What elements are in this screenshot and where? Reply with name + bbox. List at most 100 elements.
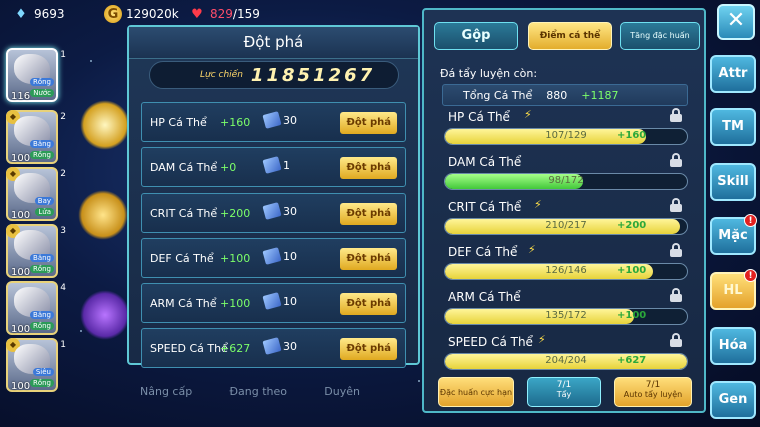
stat-value: 204/204	[545, 355, 587, 366]
remaining-stones-label: Đá tẩy luyện còn:	[440, 67, 538, 80]
gem-value: 9693	[34, 7, 65, 21]
pet-type-tag: Rồng	[29, 379, 54, 387]
breakthrough-button[interactable]: Đột phá	[340, 338, 397, 360]
pet-slot[interactable]: 100 Băng Rồng 4	[6, 281, 66, 335]
breakthrough-row: HP Cá Thể +160 30 Đột phá	[141, 102, 406, 142]
reroll-label: Tẩy	[556, 390, 572, 399]
pet-type-tag: Rồng	[29, 322, 54, 330]
tab-bond[interactable]: Duyên	[324, 385, 360, 415]
breakthrough-row: DAM Cá Thể +0 1 Đột phá	[141, 147, 406, 187]
cost: 30	[262, 111, 297, 129]
stat-name: SPEED Cá Thể	[448, 335, 533, 349]
stat-bonus: +100	[220, 252, 251, 265]
nav-transform[interactable]: Hóa	[710, 327, 756, 365]
nav-attr[interactable]: Attr	[710, 55, 756, 93]
breakthrough-row: DEF Cá Thể +100 10 Đột phá	[141, 238, 406, 278]
tab-upgrade[interactable]: Nâng cấp	[140, 385, 192, 415]
lightning-icon: ⚡	[524, 108, 532, 121]
pet-type-tag: Rồng	[29, 265, 54, 273]
nav-gen[interactable]: Gen	[710, 381, 756, 419]
stat-bonus: +200	[220, 207, 251, 220]
stat-name: CRIT Cá Thể	[150, 207, 218, 220]
gem-orb[interactable]	[80, 290, 130, 340]
scroll-icon	[262, 202, 282, 220]
scroll-icon	[262, 111, 282, 129]
pet-slot-number: 2	[60, 112, 66, 122]
scroll-icon	[262, 292, 282, 310]
cost: 30	[262, 202, 297, 220]
alert-badge: !	[744, 214, 757, 227]
nav-tm[interactable]: TM	[710, 108, 756, 146]
stat-name: DEF Cá Thể	[150, 252, 214, 265]
auto-reroll-button[interactable]: 7/1 Auto tẩy luyện	[614, 377, 692, 407]
pet-type-tag: Băng	[30, 140, 54, 148]
lock-icon[interactable]	[670, 288, 682, 302]
stat-bonus: +627	[220, 342, 251, 355]
breakthrough-row: CRIT Cá Thể +200 30 Đột phá	[141, 193, 406, 233]
tab-special-training[interactable]: Tăng đặc huấn	[620, 22, 700, 50]
pet-type-tag: Rồng	[29, 78, 54, 86]
extreme-training-button[interactable]: Đặc huấn cực hạn	[438, 377, 514, 407]
tab-merge[interactable]: Gộp	[434, 22, 518, 50]
tab-individual-points[interactable]: Điểm cá thể	[528, 22, 612, 50]
stat-gain: +200	[617, 220, 647, 231]
total-individual: Tổng Cá Thể 880 +1187	[442, 84, 688, 106]
equipment-orb[interactable]	[80, 100, 130, 150]
breakthrough-button[interactable]: Đột phá	[340, 203, 397, 225]
alert-badge: !	[744, 269, 757, 282]
diamond-icon: ♦	[15, 6, 27, 22]
pet-slot[interactable]: ◆ 100 Băng Rồng 2	[6, 110, 66, 164]
pet-slot[interactable]: 116 Rồng Nước 1	[6, 48, 66, 102]
pet-slot-number: 3	[60, 226, 66, 236]
pet-level: 100	[11, 381, 31, 392]
lock-orb[interactable]	[78, 190, 128, 240]
stat-bar: 210/217 +200	[444, 218, 688, 235]
stat-value: 107/129	[545, 130, 587, 141]
lock-icon[interactable]	[670, 153, 682, 167]
close-button[interactable]: ✕	[717, 4, 755, 40]
total-value: 880	[546, 88, 568, 102]
lock-icon[interactable]	[670, 333, 682, 347]
bottom-tabs: Nâng cấp Đang theo Duyên	[140, 385, 360, 415]
stat-name: DAM Cá Thể	[448, 155, 522, 169]
stat-gain: +100	[617, 310, 647, 321]
pet-slot-number: 1	[60, 50, 66, 60]
pet-type-tag: Nước	[30, 89, 54, 97]
stat-name: ARM Cá Thể	[150, 297, 217, 310]
total-bonus: +1187	[581, 88, 619, 102]
nav-costume[interactable]: Mặc!	[710, 214, 757, 255]
stat-bar: 107/129 +160	[444, 128, 688, 145]
breakthrough-button[interactable]: Đột phá	[340, 157, 397, 179]
stat-row: HP Cá Thể ⚡ 107/129 +160	[442, 108, 690, 150]
stamina-max: /159	[232, 7, 260, 21]
stat-bonus: +160	[220, 116, 251, 129]
pet-slot-number: 4	[60, 283, 66, 293]
stat-value: 135/172	[545, 310, 587, 321]
pet-slot[interactable]: ◆ 100 Bay Lửa 2	[6, 167, 66, 221]
nav-hl[interactable]: HL!	[710, 269, 757, 310]
breakthrough-button[interactable]: Đột phá	[340, 293, 397, 315]
lock-icon[interactable]	[670, 108, 682, 122]
stat-row: ARM Cá Thể 135/172 +100	[442, 288, 690, 330]
pet-level: 100	[11, 210, 31, 221]
pet-slot[interactable]: ◆ 100 Siêu Rồng 1	[6, 338, 66, 392]
potion-icon: ♥	[191, 6, 203, 22]
lock-icon[interactable]	[670, 243, 682, 257]
tab-following[interactable]: Đang theo	[230, 385, 288, 415]
stat-name: SPEED Cá Thể	[150, 342, 228, 355]
total-label: Tổng Cá Thể	[463, 88, 533, 102]
pet-slot-number: 2	[60, 169, 66, 179]
reroll-button[interactable]: 7/1 Tẩy	[527, 377, 601, 407]
stat-value: 210/217	[545, 220, 587, 231]
breakthrough-button[interactable]: Đột phá	[340, 248, 397, 270]
stat-name: HP Cá Thể	[448, 110, 510, 124]
stat-row: DEF Cá Thể ⚡ 126/146 +100	[442, 243, 690, 285]
nav-skill[interactable]: Skill	[710, 163, 756, 201]
lock-icon[interactable]	[670, 198, 682, 212]
breakthrough-button[interactable]: Đột phá	[340, 112, 397, 134]
stat-name: DEF Cá Thể	[448, 245, 518, 259]
stat-name: ARM Cá Thể	[448, 290, 521, 304]
breakthrough-row: SPEED Cá Thể +627 30 Đột phá	[141, 328, 406, 368]
pet-slot[interactable]: ◆ 100 Băng Rồng 3	[6, 224, 66, 278]
gold-value: 129020k	[126, 7, 179, 21]
